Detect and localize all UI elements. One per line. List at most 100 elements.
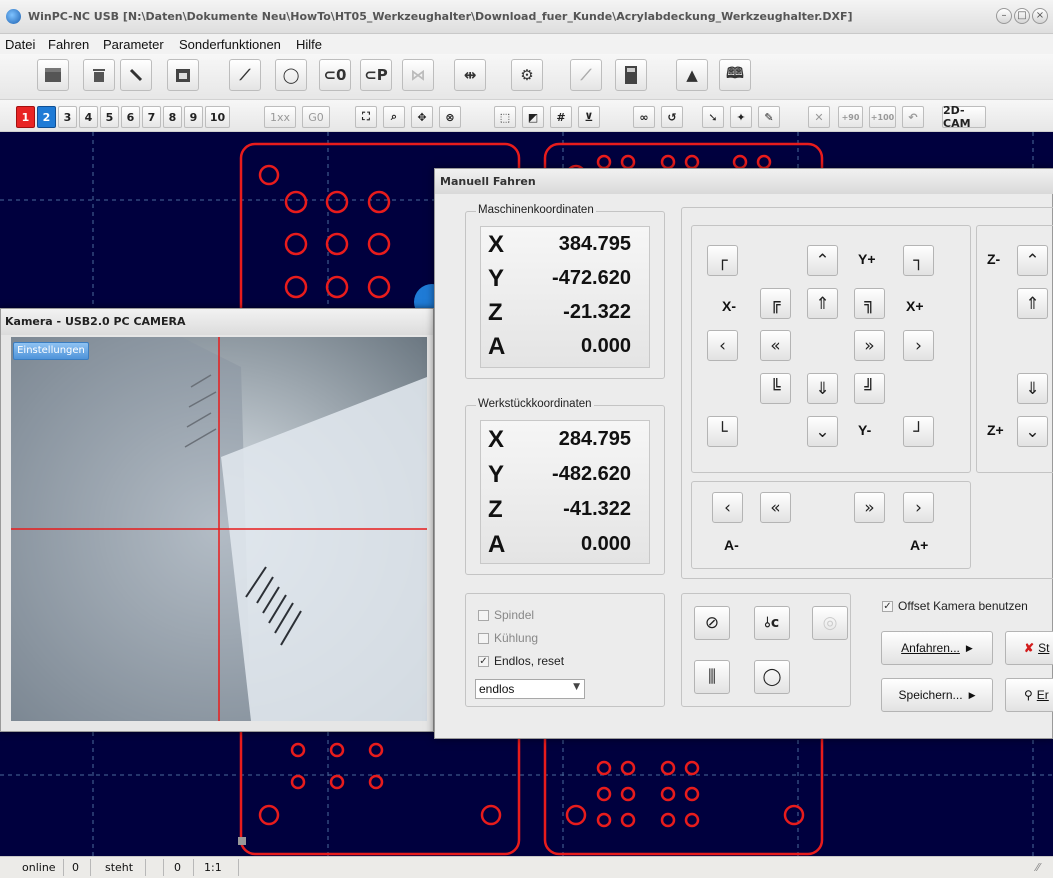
jog-a-minus-button[interactable]: ‹ [712,492,743,523]
tool-button-5[interactable]: 5 [100,106,119,128]
angle-icon[interactable]: ⊻ [578,106,600,128]
undo-icon[interactable]: ↶ [902,106,924,128]
jog-a-minus-fast-button[interactable]: « [760,492,791,523]
line-icon[interactable]: ⟋ [229,59,261,91]
close-button[interactable]: × [1032,8,1048,24]
jog-y-plus-button[interactable]: ⌃ [807,245,838,276]
jog-down-left-button[interactable]: ╚ [760,373,791,404]
brush-icon[interactable]: ✎ [758,106,780,128]
jog-z-minus-fast-button[interactable]: ⇑ [1017,288,1048,319]
tool-button-4[interactable]: 4 [79,106,98,128]
zoom-icon[interactable]: ⌕ [383,106,405,128]
tool-button-8[interactable]: 8 [163,106,182,128]
gears-icon[interactable]: ⚙ [511,59,543,91]
approach-button[interactable]: Anfahren... ▶ [881,631,993,665]
book-icon[interactable]: 🕮 [719,59,751,91]
stop-button[interactable]: ✘ St [1005,631,1053,665]
align-icon[interactable]: ⇹ [454,59,486,91]
tool-button-6[interactable]: 6 [121,106,140,128]
plus90-button[interactable]: +90 [838,106,863,128]
jog-z-plus-button[interactable]: ⌄ [1017,416,1048,447]
wrench-icon[interactable]: ⟋ [570,59,602,91]
jog-x-plus-button[interactable]: › [903,330,934,361]
disabled-circle-icon[interactable]: ◎ [812,606,848,640]
endless-reset-checkbox[interactable]: ✓ Endlos, reset [478,654,564,668]
end-button[interactable]: ⚲ Er [1005,678,1053,712]
jog-a-plus-button[interactable]: › [903,492,934,523]
cooling-checkbox[interactable]: Kühlung [478,631,538,645]
tool-button-2[interactable]: 2 [37,106,56,128]
pointer-icon[interactable]: ➘ [702,106,724,128]
mode-g0-button[interactable]: G0 [302,106,330,128]
probe-tools-group: ⊘ ⫰c ◎ ⫼ ◯ [681,593,851,707]
tool-button-10[interactable]: 10 [205,106,230,128]
mode-select[interactable]: endlos ▼ [475,679,585,699]
z-minus-label: Z- [987,251,1001,267]
grid-icon[interactable]: # [550,106,572,128]
jog-z-minus-button[interactable]: ⌃ [1017,245,1048,276]
jog-a-plus-fast-button[interactable]: » [854,492,885,523]
rotate-icon[interactable]: ↺ [661,106,683,128]
mode-select-value: endlos [479,682,515,696]
menu-hilfe[interactable]: Hilfe [296,37,322,52]
key-icon: ⚲ [1024,688,1033,702]
3d-view-icon[interactable]: ⬚ [494,106,516,128]
jog-up-right-far-button[interactable]: ┐ [903,245,934,276]
cam-2d-button[interactable]: 2D-CAM [942,104,986,130]
tool-length-icon[interactable]: ⫰c [754,606,790,640]
jog-y-minus-fast-button[interactable]: ⇓ [807,373,838,404]
minimize-button[interactable]: – [996,8,1012,24]
menu-sonderfunktionen[interactable]: Sonderfunktionen [179,37,281,52]
toolchange-icon[interactable]: ⋈ [402,59,434,91]
close-icon: ✘ [1024,641,1035,655]
fit-view-icon[interactable]: ⛶ [355,106,377,128]
circle-arrows-icon[interactable]: ◯ [275,59,307,91]
resize-grip-icon[interactable]: ⁄⁄ [1036,861,1040,874]
jog-up-right-button[interactable]: ╗ [854,288,885,319]
zero-point-icon[interactable]: ⊂0 [319,59,351,91]
bin-icon[interactable] [83,59,115,91]
menu-parameter[interactable]: Parameter [103,37,164,52]
cross-zoom-icon[interactable]: ⊗ [439,106,461,128]
pencil-icon[interactable] [120,59,152,91]
offset-camera-checkbox[interactable]: ✓ Offset Kamera benutzen [882,599,1028,613]
calculator-icon[interactable] [615,59,647,91]
jog-y-minus-button[interactable]: ⌄ [807,416,838,447]
jog-x-plus-fast-button[interactable]: » [854,330,885,361]
jog-down-right-button[interactable]: ╝ [854,373,885,404]
tool-button-7[interactable]: 7 [142,106,161,128]
camera-settings-button[interactable]: Einstellungen [13,342,89,360]
jog-down-right-far-button[interactable]: ┘ [903,416,934,447]
maximize-button[interactable]: □ [1014,8,1030,24]
tool-button-1[interactable]: 1 [16,106,35,128]
fill-view-icon[interactable]: ◩ [522,106,544,128]
disabled-cross-icon[interactable]: ✕ [808,106,830,128]
pan-icon[interactable]: ✥ [411,106,433,128]
refresh-icon[interactable]: ◯ [754,660,790,694]
jog-z-plus-fast-button[interactable]: ⇓ [1017,373,1048,404]
save-button[interactable]: Speichern... ▶ [881,678,993,712]
star-pointer-icon[interactable]: ✦ [730,106,752,128]
warning-icon[interactable]: ▲ [676,59,708,91]
menu-datei[interactable]: Datei [5,37,35,52]
jog-x-minus-fast-button[interactable]: « [760,330,791,361]
clapperboard-icon[interactable] [37,59,69,91]
mode-1xx-button[interactable]: 1xx [264,106,296,128]
jog-down-left-far-button[interactable]: └ [707,416,738,447]
tool-button-9[interactable]: 9 [184,106,203,128]
jog-up-left-button[interactable]: ╔ [760,288,791,319]
probe-icon[interactable]: ⊘ [694,606,730,640]
jog-x-minus-button[interactable]: ‹ [707,330,738,361]
glasses-icon[interactable]: ∞ [633,106,655,128]
plus100-button[interactable]: +100 [869,106,896,128]
jog-y-plus-fast-button[interactable]: ⇑ [807,288,838,319]
tool-button-3[interactable]: 3 [58,106,77,128]
park-position-icon[interactable]: ⊂P [360,59,392,91]
y-plus-label: Y+ [858,251,876,267]
calendar-icon[interactable] [167,59,199,91]
workpiece-coordinates-group: Werkstückkoordinaten X 284.795 Y -482.62… [465,398,665,575]
spindle-checkbox[interactable]: Spindel [478,608,534,622]
measure-table-icon[interactable]: ⫼ [694,660,730,694]
menu-fahren[interactable]: Fahren [48,37,89,52]
jog-up-left-far-button[interactable]: ┌ [707,245,738,276]
